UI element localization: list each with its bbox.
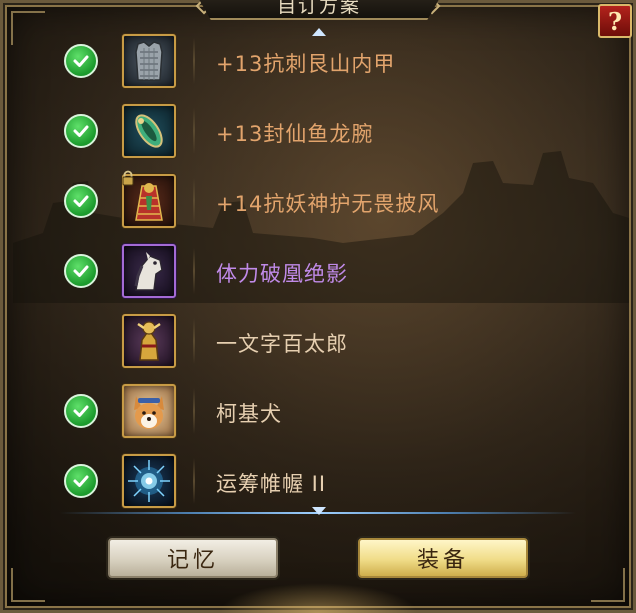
check-icon[interactable]: [64, 184, 98, 218]
warrior-statue-icon[interactable]: [122, 314, 176, 368]
blue-burst-icon[interactable]: [122, 454, 176, 508]
row-separator: [193, 388, 195, 434]
bracer-icon[interactable]: [122, 104, 176, 158]
equipment-row[interactable]: +13抗刺艮山内甲: [0, 26, 636, 96]
equipment-name: 一文字百太郎: [216, 332, 348, 356]
title-plate: 自订方案: [196, 0, 442, 20]
window-title: 自订方案: [276, 0, 361, 17]
equip-button[interactable]: 装备: [358, 538, 528, 578]
scroll-down-arrow-icon[interactable]: [312, 507, 326, 515]
row-separator: [193, 108, 195, 154]
equipment-name: 体力破凰绝影: [216, 262, 348, 286]
bottom-glow: [218, 583, 418, 613]
check-icon[interactable]: [64, 254, 98, 288]
equipment-row[interactable]: 柯基犬: [0, 376, 636, 446]
check-icon[interactable]: [64, 464, 98, 498]
equipment-name: 柯基犬: [216, 402, 282, 426]
lock-icon: [122, 170, 134, 186]
armor-vest-icon[interactable]: [122, 34, 176, 88]
equipment-row[interactable]: 体力破凰绝影: [0, 236, 636, 306]
equipment-name: +14抗妖神护无畏披风: [216, 192, 440, 216]
check-icon[interactable]: [64, 394, 98, 428]
row-separator: [193, 318, 195, 364]
equipment-row[interactable]: 运筹帷幄 II: [0, 446, 636, 516]
equipment-row[interactable]: 一文字百太郎: [0, 306, 636, 376]
equipment-row[interactable]: +13封仙鱼龙腕: [0, 96, 636, 166]
row-separator: [193, 178, 195, 224]
memory-button-label: 记忆: [166, 548, 219, 573]
equipment-row[interactable]: +14抗妖神护无畏披风: [0, 166, 636, 236]
horse-icon[interactable]: [122, 244, 176, 298]
row-separator: [193, 458, 195, 504]
memory-button[interactable]: 记忆: [108, 538, 278, 578]
equip-button-label: 装备: [416, 548, 469, 573]
check-icon[interactable]: [64, 114, 98, 148]
frame-corner-bottom-left: [11, 568, 45, 602]
corgi-icon[interactable]: [122, 384, 176, 438]
equipment-name: 运筹帷幄 II: [216, 472, 327, 496]
frame-corner-bottom-right: [591, 568, 625, 602]
row-separator: [193, 38, 195, 84]
row-separator: [193, 248, 195, 294]
check-icon[interactable]: [64, 44, 98, 78]
equipment-name: +13封仙鱼龙腕: [216, 122, 374, 146]
equipment-name: +13抗刺艮山内甲: [216, 52, 396, 76]
